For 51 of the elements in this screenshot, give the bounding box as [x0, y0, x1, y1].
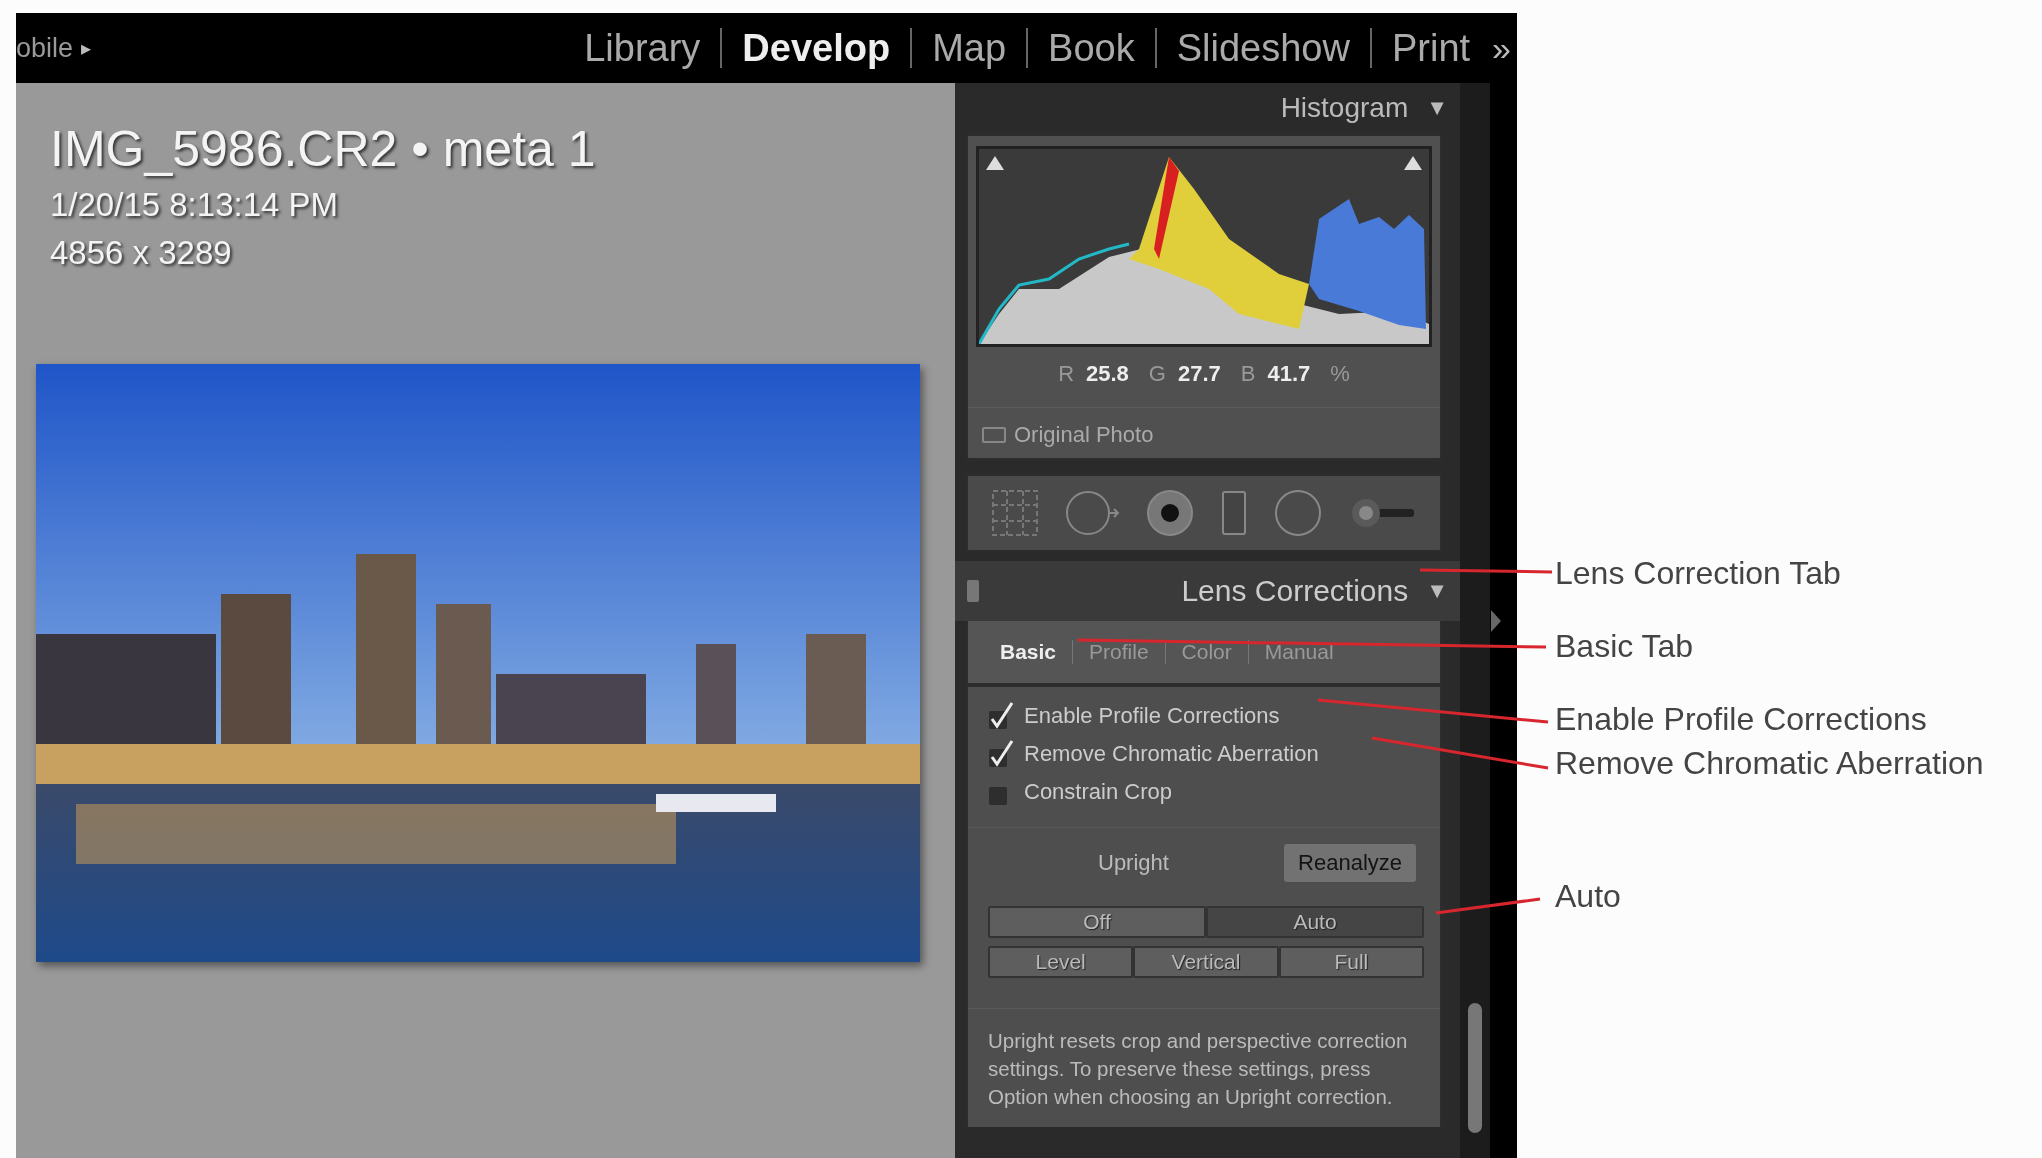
- checkbox[interactable]: [982, 427, 1006, 443]
- module-tab[interactable]: Map: [910, 28, 1027, 68]
- checkbox[interactable]: [988, 739, 1014, 769]
- triangle-icon[interactable]: [985, 155, 1005, 171]
- upright-button[interactable]: Auto: [1206, 906, 1424, 938]
- section-label: Upright: [1098, 850, 1169, 876]
- switch-icon[interactable]: [967, 580, 979, 602]
- module-picker-label[interactable]: obile: [16, 32, 74, 64]
- module-tab[interactable]: Library: [564, 28, 721, 68]
- image-title: IMG_5986.CR2 • meta 1: [50, 120, 597, 179]
- channel-value: 25.8: [1086, 361, 1129, 387]
- callout-label: Lens Correction Tab: [1555, 554, 1842, 593]
- panel-title[interactable]: Histogram: [1280, 92, 1409, 124]
- grid-icon[interactable]: [990, 488, 1041, 538]
- callout-label: Remove Chromatic Aberration: [1555, 744, 1984, 783]
- checkbox-label[interactable]: Original Photo: [1014, 422, 1154, 448]
- collapse-toggle[interactable]: ▼: [1426, 95, 1448, 121]
- more-modules-button[interactable]: »: [1492, 28, 1511, 68]
- module-picker-arrow[interactable]: ▸: [81, 36, 92, 60]
- callout-label: Basic Tab: [1555, 627, 1695, 666]
- capture-date: 1/20/15 8:13:14 PM: [50, 185, 340, 225]
- scrollbar-thumb[interactable]: [1468, 1003, 1482, 1133]
- callout-label: Auto: [1555, 877, 1622, 916]
- checkbox-label[interactable]: Remove Chromatic Aberration: [1024, 741, 1319, 767]
- channel-value: 41.7: [1267, 361, 1311, 387]
- upright-button[interactable]: Full: [1278, 946, 1424, 978]
- checkbox-label[interactable]: Constrain Crop: [1024, 779, 1172, 805]
- upright-button[interactable]: Vertical: [1133, 946, 1279, 978]
- panel-title[interactable]: Lens Corrections: [1181, 574, 1409, 608]
- module-tab[interactable]: Print: [1369, 28, 1491, 68]
- collapse-toggle[interactable]: ▼: [1426, 578, 1448, 604]
- channel-label: G: [1148, 361, 1166, 387]
- callout-label: Enable Profile Corrections: [1555, 700, 1928, 739]
- tab[interactable]: Basic: [988, 640, 1073, 664]
- channel-label: R: [1058, 361, 1074, 387]
- help-text: Upright resets crop and perspective correction settings. To preserve these settings, press Option when choosing an Upright correction.: [987, 1028, 1409, 1110]
- image-dimensions: 4856 x 3289: [50, 233, 233, 273]
- unit-label: %: [1330, 361, 1350, 387]
- circle-arrow-icon[interactable]: [1064, 488, 1121, 538]
- triangle-icon[interactable]: [1403, 155, 1423, 171]
- checkbox[interactable]: [988, 701, 1014, 731]
- channel-label: B: [1240, 361, 1256, 387]
- channel-value: 27.7: [1177, 361, 1221, 387]
- ring-icon[interactable]: [1144, 488, 1195, 538]
- upright-button[interactable]: Level: [988, 946, 1134, 978]
- module-tab[interactable]: Develop: [720, 28, 911, 68]
- circle-icon[interactable]: [1273, 488, 1324, 538]
- checkbox-label[interactable]: Enable Profile Corrections: [1024, 703, 1280, 729]
- upright-button[interactable]: Off: [988, 906, 1206, 938]
- module-tab[interactable]: Book: [1026, 28, 1155, 68]
- module-tab[interactable]: Slideshow: [1154, 28, 1370, 68]
